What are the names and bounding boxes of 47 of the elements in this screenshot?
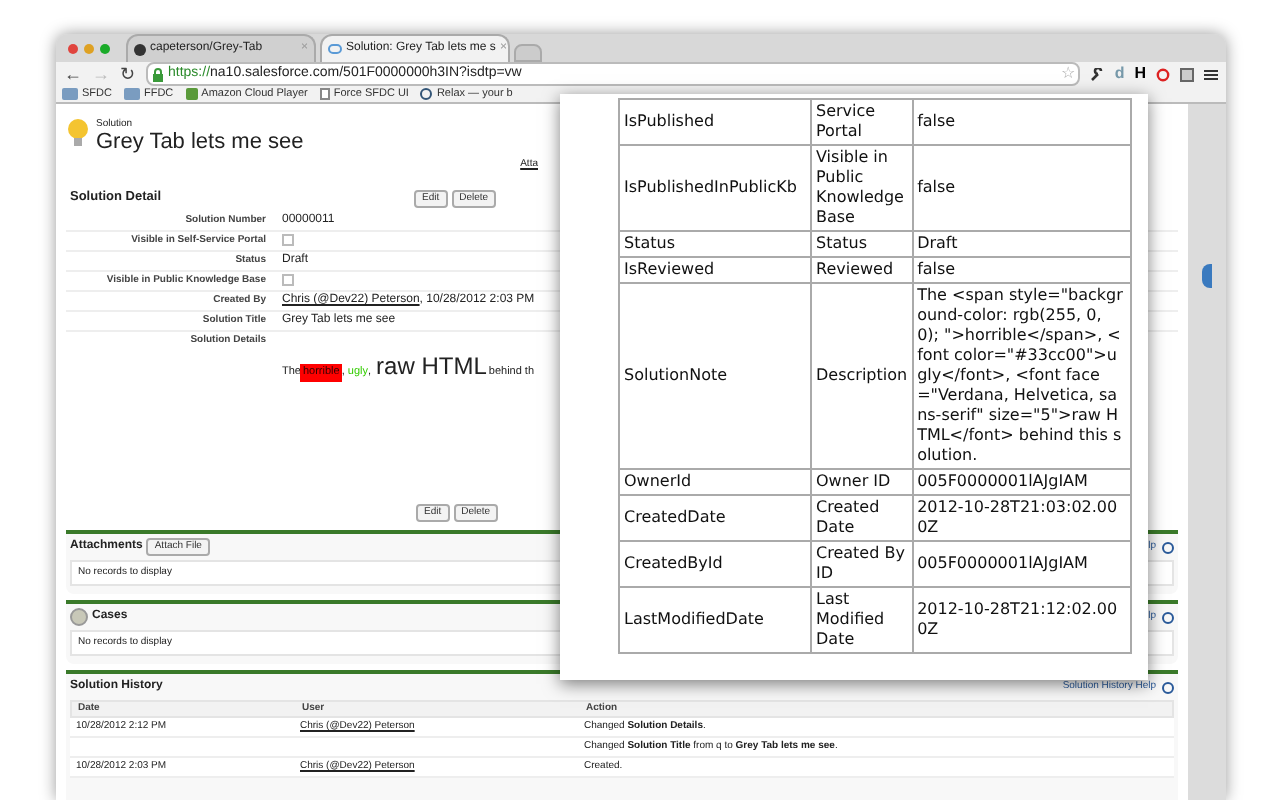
close-button[interactable] [68,43,78,53]
table-cell: 2012-10-28T21:12:02.000Z [913,588,1130,652]
cloud-icon [328,44,342,54]
table-cell: Service Portal [812,100,912,144]
sidebar-toggle[interactable] [1202,264,1212,289]
table-cell: IsPublishedInPublicKb [620,146,810,230]
table-cell: Owner ID [812,470,912,494]
table-cell: 005F0000001lAJgIAM [913,470,1130,494]
table-cell: CreatedById [620,542,810,586]
folder-icon [62,88,78,101]
table-cell: CreatedDate [620,496,810,540]
case-icon [70,608,88,627]
table-cell: 2012-10-28T21:03:02.000Z [913,496,1130,540]
page-title: Grey Tab lets me see [96,130,304,157]
help-icon[interactable] [1162,541,1174,554]
table-cell: Status [620,232,810,256]
table-cell: Created Date [812,496,912,540]
reload-icon[interactable]: ↻ [120,65,136,83]
table-cell: false [913,100,1130,144]
table-cell: Reviewed [812,258,912,282]
menu-icon[interactable] [1204,67,1218,81]
table-cell: 005F0000001lAJgIAM [913,542,1130,586]
app-icon [185,88,198,101]
help-icon[interactable] [1162,611,1174,624]
table-cell: Draft [913,232,1130,256]
back-icon[interactable]: ← [64,65,82,83]
rich-text: raw HTML [376,350,487,385]
table-cell: The <span style="background-color: rgb(255, 0, 0); ">horrible</span>, <font color="#33cc00">ugly</font>, <font face="Verdana, Helvetica, sans-serif" size="5">raw HTML</font> behind this solution. [913,284,1130,468]
table-cell: Created By ID [812,542,912,586]
table-cell: false [913,258,1130,282]
lightbulb-icon [66,118,90,149]
folder-icon [123,88,140,101]
table-cell: Description [812,284,912,468]
table-cell: IsPublished [620,100,810,144]
table-cell: OwnerId [620,470,810,494]
table-cell: false [913,146,1130,230]
help-icon[interactable] [1162,681,1174,694]
table-cell: IsReviewed [620,258,810,282]
table-cell: Visible in Public Knowledge Base [812,146,912,230]
table-cell: LastModifiedDate [620,588,810,652]
lock-icon [152,67,164,81]
globe-icon [420,88,433,101]
table-cell: SolutionNote [620,284,810,468]
table-cell: Status [812,232,912,256]
table-cell: Last Modified Date [812,588,912,652]
extension-button[interactable]: H [1134,66,1146,82]
page-icon [319,88,330,101]
